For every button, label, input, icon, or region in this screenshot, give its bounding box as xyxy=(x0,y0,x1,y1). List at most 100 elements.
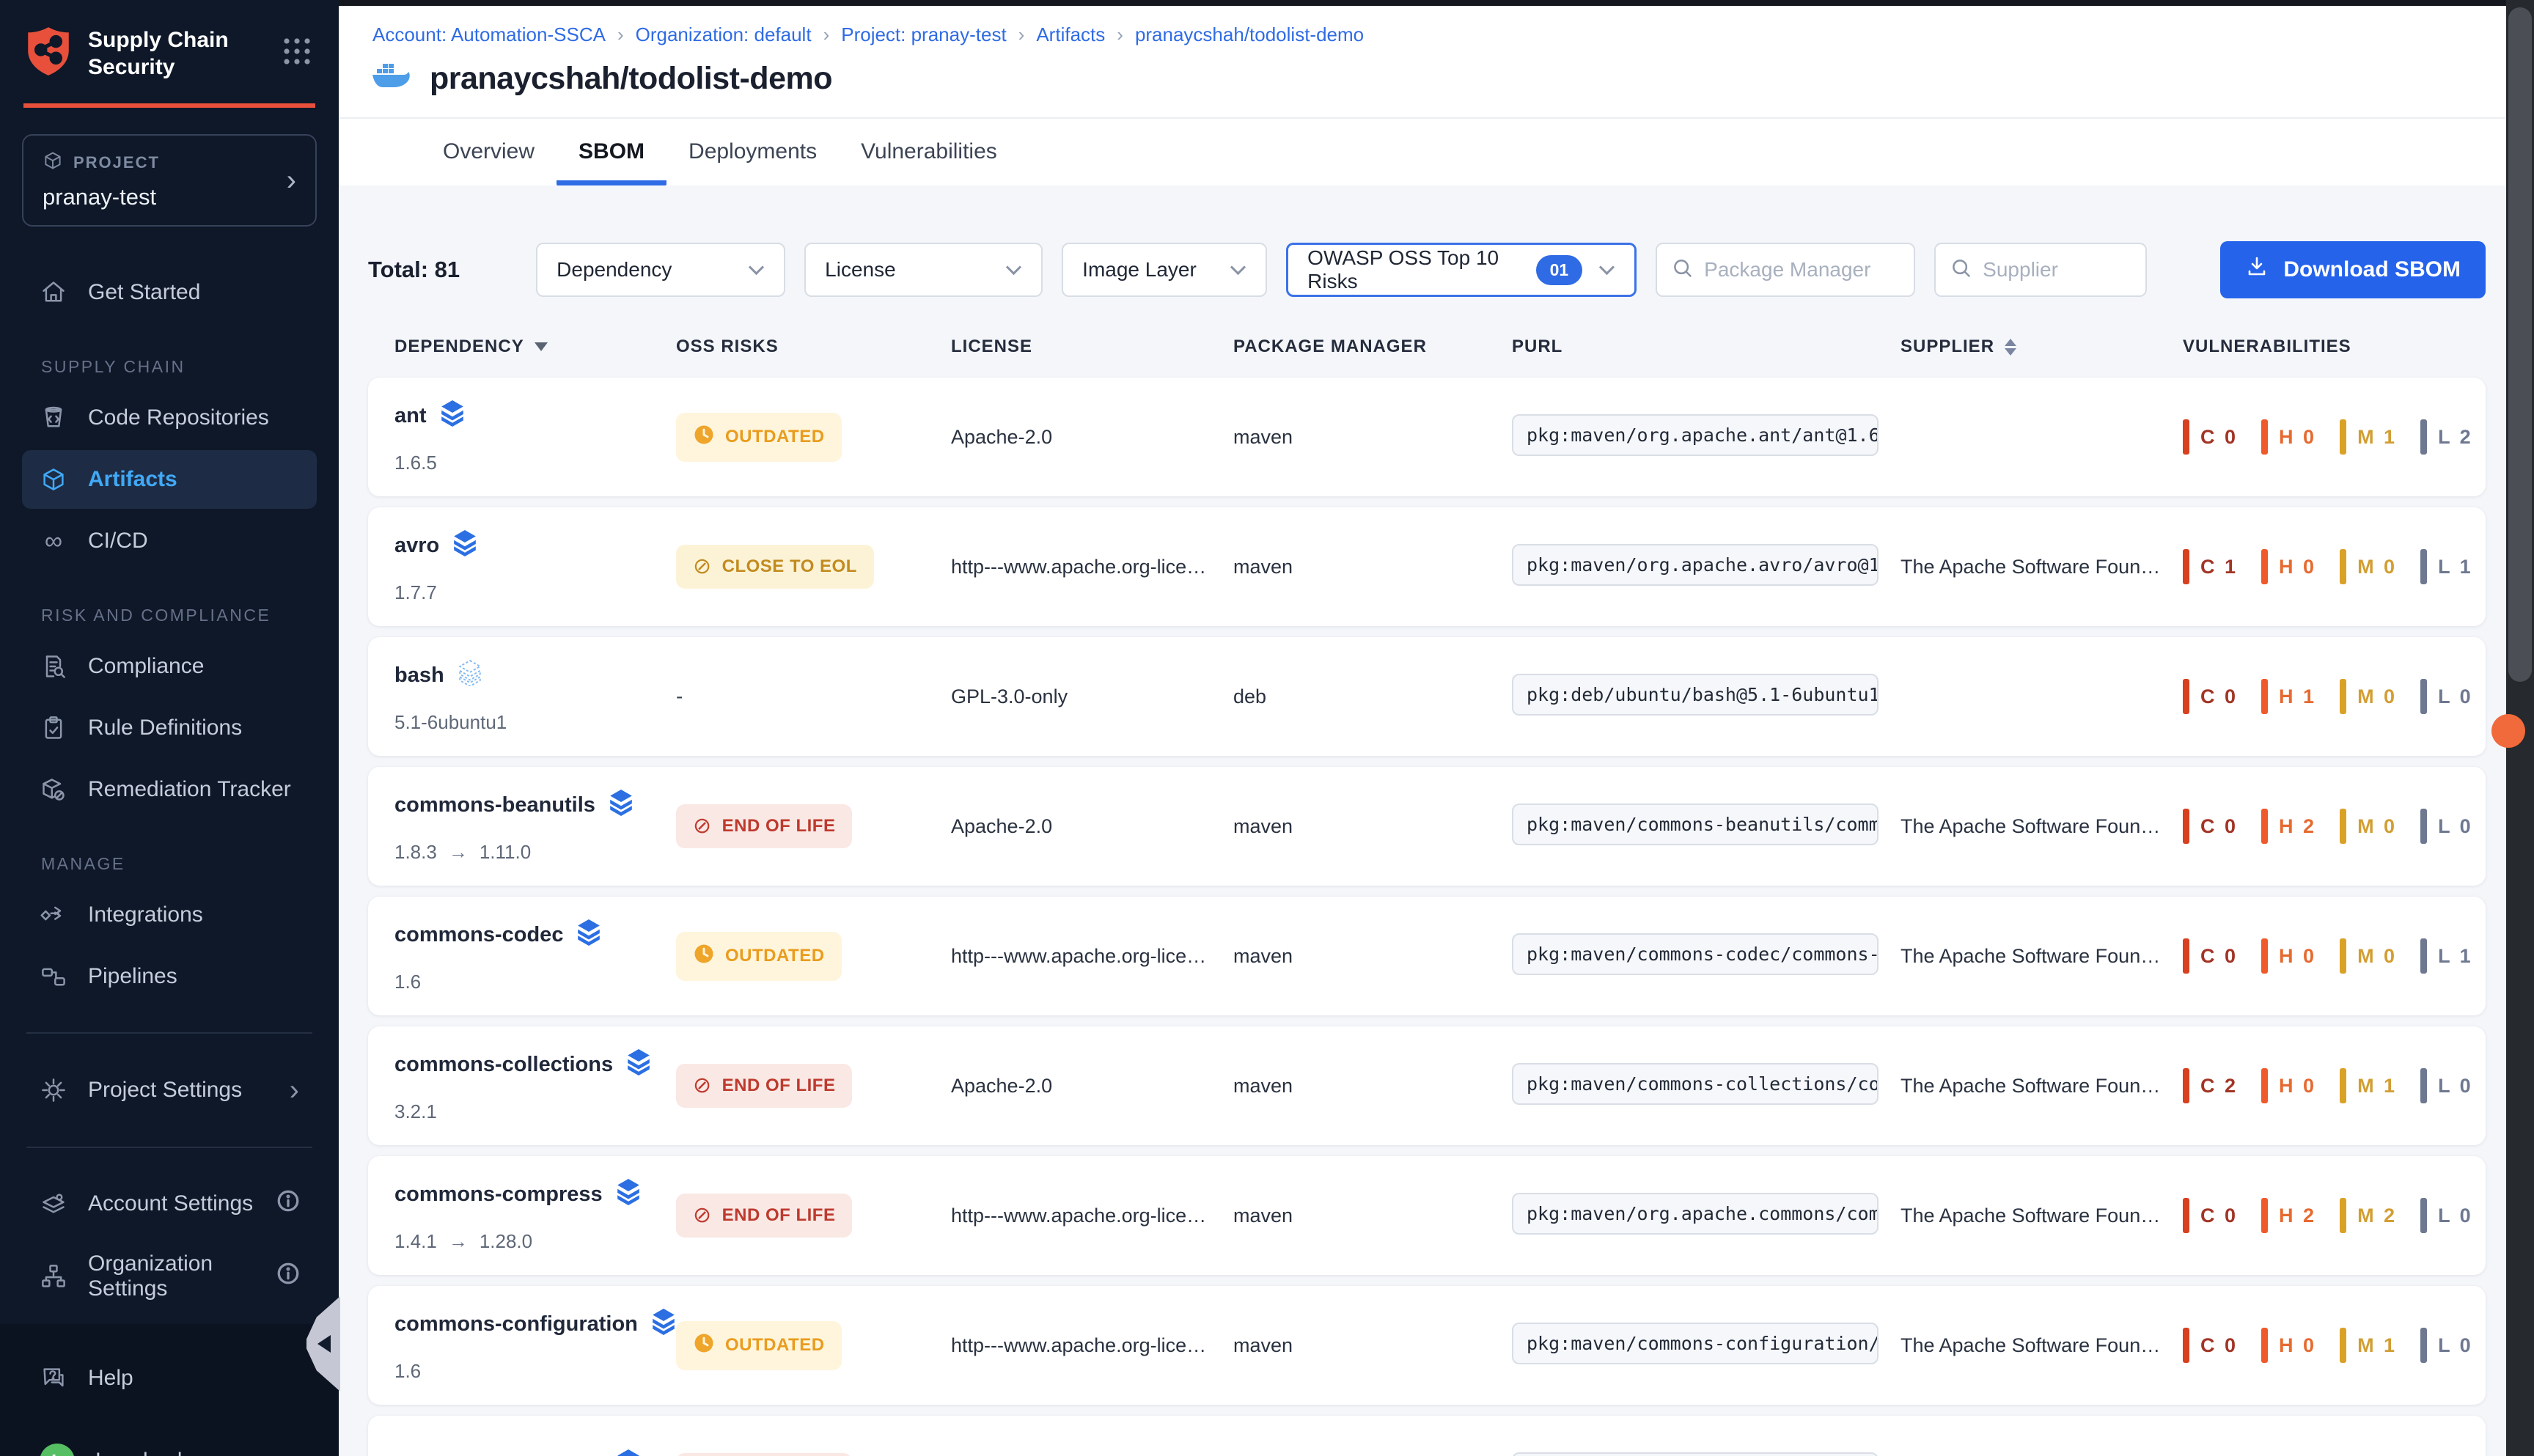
purl-cell: pkg:deb/ubuntu/bash@5.1-6ubuntu1 xyxy=(1512,674,1900,719)
purl[interactable]: pkg:deb/ubuntu/bash@5.1-6ubuntu1 xyxy=(1512,674,1879,716)
sidebar-item-pipelines[interactable]: Pipelines xyxy=(22,947,317,1006)
package-manager: maven xyxy=(1233,1205,1512,1227)
license: http---www.apache.org-lice… xyxy=(951,556,1233,578)
notification-dot[interactable] xyxy=(2491,714,2525,748)
oss-risk-cell: ⊘ END OF LIFE xyxy=(676,1064,951,1108)
package-manager: maven xyxy=(1233,945,1512,968)
info-icon[interactable] xyxy=(277,1190,299,1218)
sidebar-item-compliance[interactable]: Compliance xyxy=(22,637,317,696)
dependency-name: commons-compress xyxy=(394,1183,603,1207)
vuln-count-critical: C 0 xyxy=(2183,419,2238,455)
project-selector[interactable]: PROJECT pranay-test › xyxy=(22,134,317,227)
purl[interactable]: pkg:maven/commons-configuration/… xyxy=(1512,1323,1879,1364)
sidebar-item-help[interactable]: Help xyxy=(22,1349,317,1408)
sidebar-item-integrations[interactable]: Integrations xyxy=(22,886,317,944)
app-title: Supply ChainSecurity xyxy=(88,26,282,81)
dependency-name: commons-fileupload xyxy=(394,1454,603,1456)
image-layer-filter-select[interactable]: Image Layer xyxy=(1062,243,1267,297)
org-chart-icon xyxy=(40,1262,67,1290)
dependency-version-to: 1.11.0 xyxy=(480,841,531,864)
dependency-name: avro xyxy=(394,534,439,558)
sidebar-item-artifacts[interactable]: Artifacts xyxy=(22,450,317,509)
table-row[interactable]: commons-fileupload ⊘ END OF LIFE Apache-… xyxy=(368,1416,2486,1456)
breadcrumb-artifacts[interactable]: Artifacts xyxy=(1036,23,1105,46)
brand-divider xyxy=(23,103,315,108)
purl[interactable]: pkg:maven/org.apache.commons/com… xyxy=(1512,1193,1879,1235)
window-top-strip xyxy=(339,0,2534,6)
breadcrumb-separator: › xyxy=(1117,23,1123,46)
download-sbom-button[interactable]: Download SBOM xyxy=(2220,241,2486,298)
collapse-left-icon xyxy=(317,1335,331,1353)
breadcrumb-project[interactable]: Project: pranay-test xyxy=(841,23,1006,46)
page-title: pranaycshah/todolist-demo xyxy=(430,61,832,97)
code-repo-icon xyxy=(40,404,67,432)
table-row[interactable]: commons-codec 1.6 OUTDATED http---www.ap… xyxy=(368,897,2486,1015)
vuln-count-medium: M 1 xyxy=(2340,1328,2397,1363)
sidebar-item-get-started[interactable]: Get Started xyxy=(22,263,317,322)
tab-sbom[interactable]: SBOM xyxy=(557,119,666,185)
column-supplier[interactable]: SUPPLIER xyxy=(1900,337,2183,357)
sidebar-item-organization-settings[interactable]: Organization Settings xyxy=(22,1236,317,1317)
tab-overview[interactable]: Overview xyxy=(421,119,557,185)
table-row[interactable]: commons-compress 1.4.1 → 1.28.0 ⊘ END OF… xyxy=(368,1156,2486,1275)
supplier-search xyxy=(1934,243,2147,297)
tab-deployments[interactable]: Deployments xyxy=(666,119,839,185)
table-row[interactable]: avro 1.7.7 ⊘ CLOSE TO EOL http---www.apa… xyxy=(368,507,2486,626)
vuln-count-medium: M 0 xyxy=(2340,938,2397,974)
oss-risk-badge: ⊘ END OF LIFE xyxy=(676,1194,852,1238)
purl[interactable]: pkg:maven/commons-beanutils/comm… xyxy=(1512,804,1879,845)
user-name: Lavakush xyxy=(95,1449,189,1456)
tab-vulnerabilities[interactable]: Vulnerabilities xyxy=(839,119,1019,185)
owasp-risks-filter-select[interactable]: OWASP OSS Top 10 Risks 01 xyxy=(1286,243,1637,297)
dependency-filter-select[interactable]: Dependency xyxy=(536,243,785,297)
clock-icon xyxy=(693,1332,715,1359)
sidebar-item-code-repositories[interactable]: Code Repositories xyxy=(22,389,317,447)
dependency-cell: commons-codec 1.6 xyxy=(394,919,676,993)
purl[interactable]: pkg:maven/org.apache.ant/ant@1.6… xyxy=(1512,414,1879,456)
no-entry-icon: ⊘ xyxy=(693,1075,712,1097)
table-row[interactable]: commons-beanutils 1.8.3 → 1.11.0 ⊘ END O… xyxy=(368,767,2486,886)
clipboard-check-icon xyxy=(40,714,67,742)
sidebar-user[interactable]: L Lavakush xyxy=(22,1428,317,1456)
sidebar-item-cicd[interactable]: ∞ CI/CD xyxy=(22,512,317,570)
table-row[interactable]: bash 5.1-6ubuntu1 - GPL-3.0-only deb pkg… xyxy=(368,637,2486,756)
scrollbar-thumb[interactable] xyxy=(2508,7,2532,682)
docker-icon xyxy=(372,63,411,95)
purl[interactable]: pkg:maven/org.apache.avro/avro@1… xyxy=(1512,544,1879,586)
breadcrumb-account[interactable]: Account: Automation-SSCA xyxy=(372,23,606,46)
info-icon[interactable] xyxy=(277,1262,299,1290)
layers-icon xyxy=(576,919,601,952)
purl[interactable]: pkg:maven/commons-fileupload/co… xyxy=(1512,1452,1879,1456)
version-arrow-icon: → xyxy=(449,1230,468,1253)
vuln-count-critical: C 2 xyxy=(2183,1068,2238,1103)
supplier-search-input[interactable] xyxy=(1983,258,2131,282)
vuln-count-critical: C 0 xyxy=(2183,1328,2238,1363)
vuln-count-medium: M 0 xyxy=(2340,679,2397,714)
vuln-count-high: H 2 xyxy=(2261,1198,2316,1233)
purl[interactable]: pkg:maven/commons-collections/co… xyxy=(1512,1063,1879,1105)
sidebar-item-remediation-tracker[interactable]: Remediation Tracker xyxy=(22,760,317,819)
main-area: Account: Automation-SSCA › Organization:… xyxy=(339,0,2534,1456)
vuln-count-critical: C 1 xyxy=(2183,549,2238,584)
risk-label: OUTDATED xyxy=(725,427,825,447)
table-row[interactable]: commons-collections 3.2.1 ⊘ END OF LIFE … xyxy=(368,1026,2486,1145)
license-filter-select[interactable]: License xyxy=(804,243,1043,297)
breadcrumb-current[interactable]: pranaycshah/todolist-demo xyxy=(1135,23,1364,46)
table-row[interactable]: commons-configuration 1.6 OUTDATED http-… xyxy=(368,1286,2486,1405)
vuln-count-low: L 0 xyxy=(2420,809,2473,844)
column-dependency[interactable]: DEPENDENCY xyxy=(394,337,676,357)
sidebar-item-project-settings[interactable]: Project Settings › xyxy=(22,1060,317,1120)
cube-icon xyxy=(43,150,63,175)
package-manager-search-input[interactable] xyxy=(1704,258,1899,282)
vuln-count-critical: C 0 xyxy=(2183,679,2238,714)
sidebar-item-rule-definitions[interactable]: Rule Definitions xyxy=(22,699,317,757)
module-grid-icon[interactable] xyxy=(282,36,312,70)
purl[interactable]: pkg:maven/commons-codec/commons-… xyxy=(1512,933,1879,975)
download-icon xyxy=(2245,255,2269,284)
table-row[interactable]: ant 1.6.5 OUTDATED Apache-2.0 maven pkg:… xyxy=(368,378,2486,496)
package-manager: maven xyxy=(1233,1075,1512,1097)
sidebar-item-account-settings[interactable]: Account Settings xyxy=(22,1174,317,1233)
breadcrumb-organization[interactable]: Organization: default xyxy=(636,23,812,46)
purl-cell: pkg:maven/commons-fileupload/co… xyxy=(1512,1452,1900,1456)
oss-risk-cell: ⊘ END OF LIFE xyxy=(676,804,951,848)
